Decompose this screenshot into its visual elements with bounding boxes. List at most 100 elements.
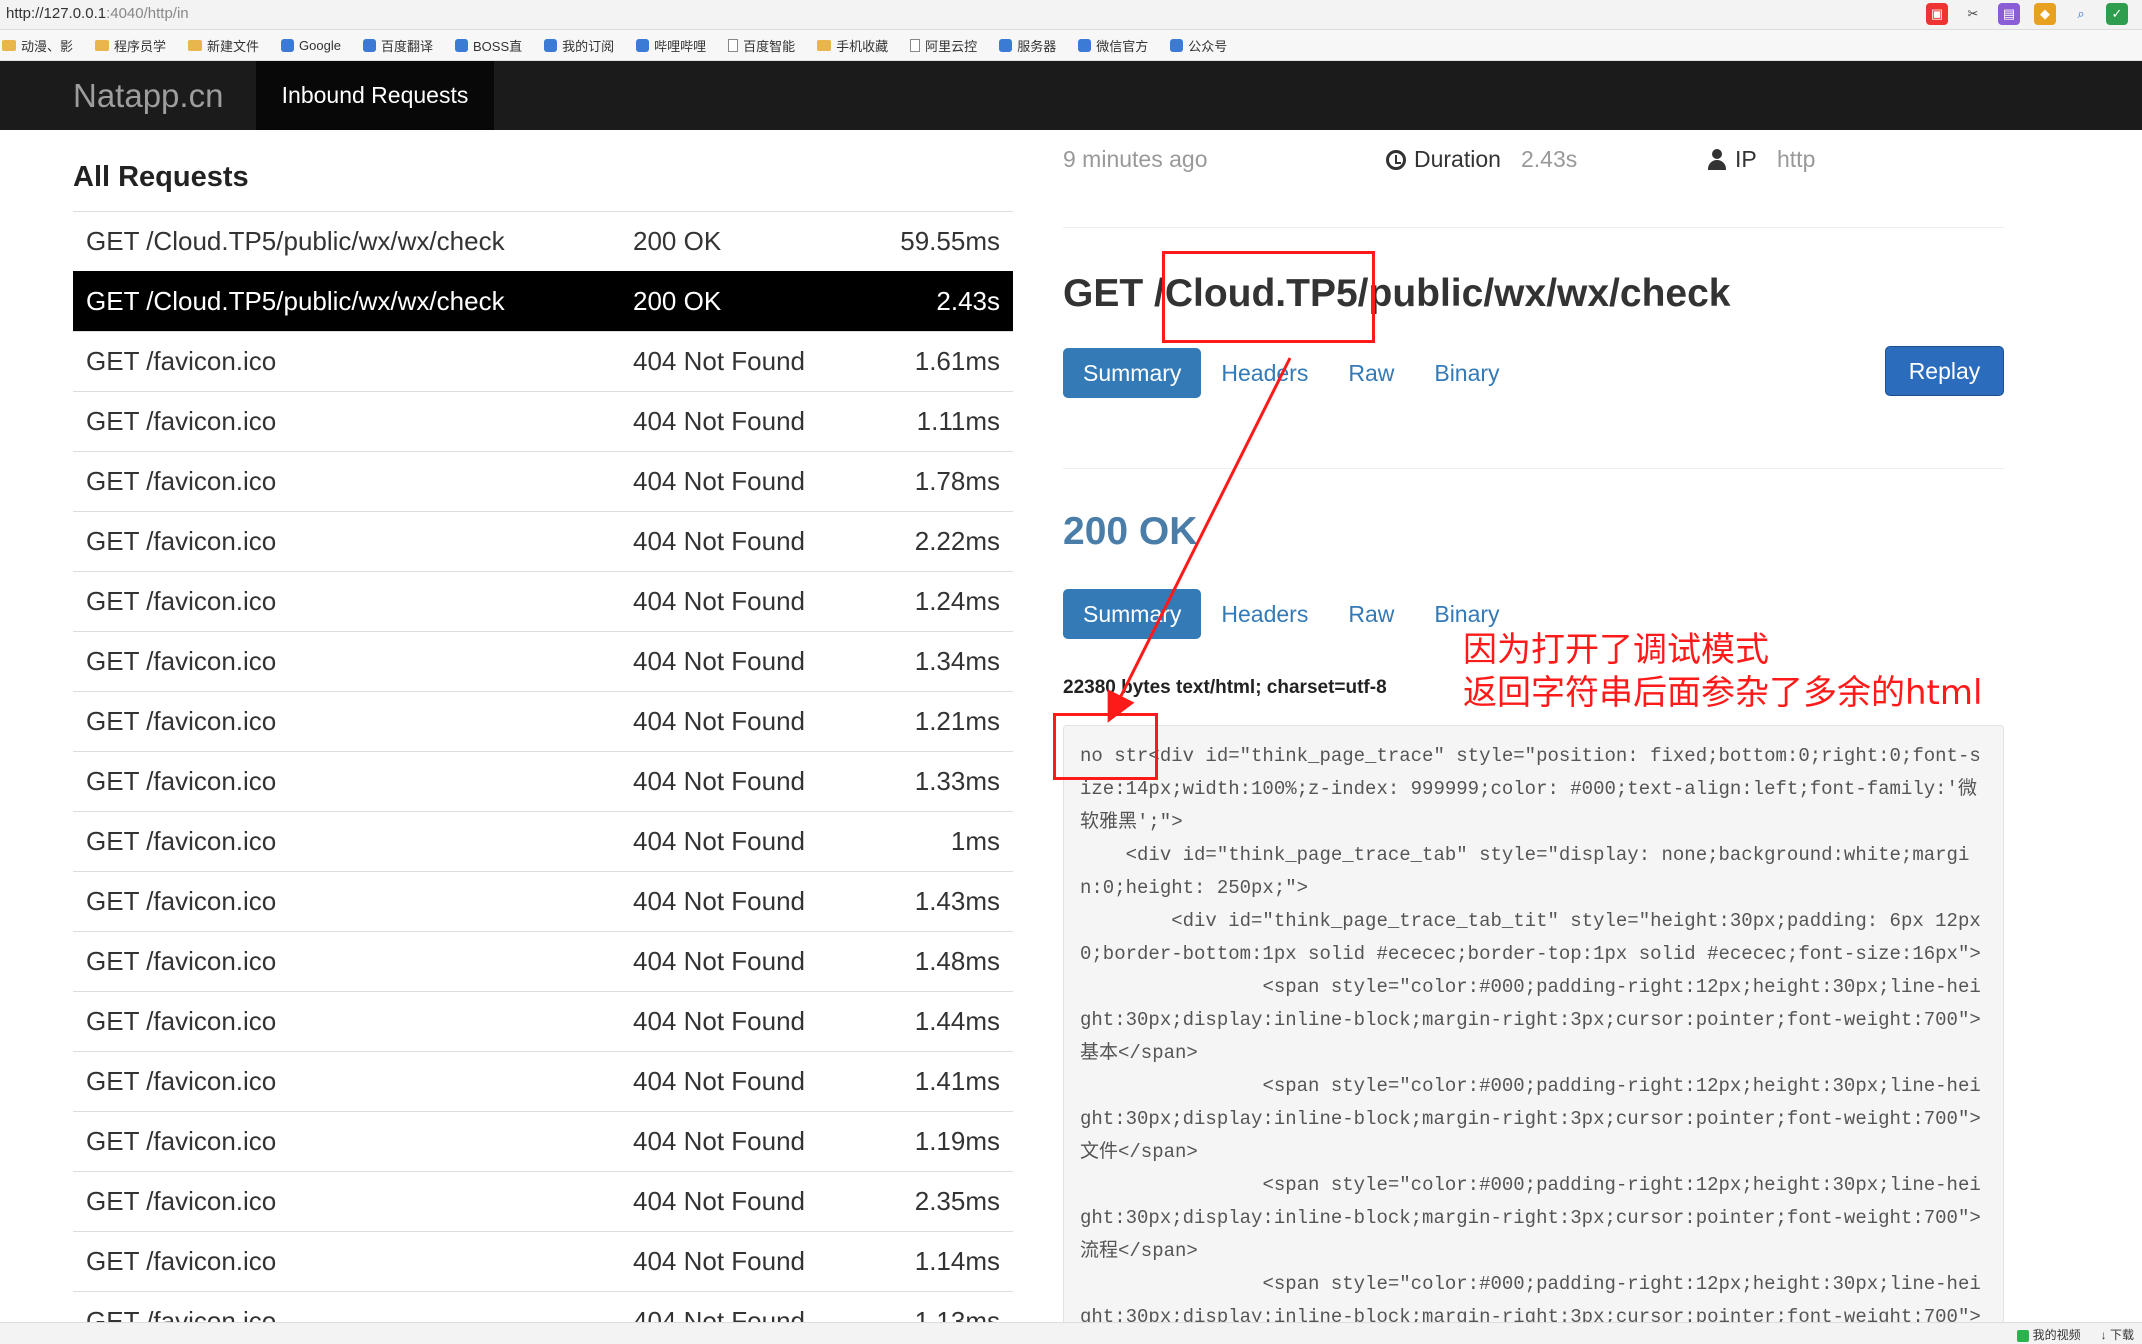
status-video[interactable]: 我的视频 bbox=[2016, 1326, 2081, 1343]
content-meta: 22380 bytes text/html; charset=utf-8 bbox=[1063, 677, 1387, 698]
bookmark-label: 阿里云控 bbox=[925, 38, 978, 54]
security-shield-icon[interactable]: ✓ bbox=[2106, 3, 2128, 25]
request-tab-summary[interactable]: Summary bbox=[1063, 348, 1202, 398]
site-icon bbox=[999, 38, 1013, 52]
bookmark-label: 程序员学 bbox=[114, 38, 167, 54]
request-status: 404 Not Found bbox=[633, 391, 853, 452]
bookmark-label: 百度智能 bbox=[743, 38, 796, 54]
bookmark-item[interactable]: BOSS直 bbox=[454, 36, 523, 55]
folder-icon bbox=[188, 39, 203, 51]
request-row[interactable]: GET /favicon.ico 404 Not Found 2.35ms bbox=[73, 1171, 1013, 1232]
request-path: GET /favicon.ico bbox=[73, 1111, 633, 1172]
request-row[interactable]: GET /Cloud.TP5/public/wx/wx/check 200 OK 2… bbox=[73, 271, 1013, 332]
request-duration: 1.34ms bbox=[853, 631, 1013, 692]
requests-heading: All Requests bbox=[73, 161, 249, 193]
response-tab-raw[interactable]: Raw bbox=[1328, 589, 1414, 639]
request-path: GET /favicon.ico bbox=[73, 511, 633, 572]
request-path: GET /favicon.ico bbox=[73, 331, 633, 392]
request-status: 404 Not Found bbox=[633, 1051, 853, 1112]
bookmark-item[interactable]: 百度翻译 bbox=[362, 36, 433, 55]
extension-icon[interactable]: ▣ bbox=[1926, 3, 1948, 25]
request-row[interactable]: GET /favicon.ico 404 Not Found 1.78ms bbox=[73, 451, 1013, 512]
time-ago: 9 minutes ago bbox=[1063, 146, 1208, 172]
request-row[interactable]: GET /favicon.ico 404 Not Found 1.21ms bbox=[73, 691, 1013, 752]
request-duration: 2.22ms bbox=[853, 511, 1013, 572]
request-tab-headers[interactable]: Headers bbox=[1201, 348, 1328, 398]
bookmark-item[interactable]: Google bbox=[281, 38, 341, 53]
request-duration: 2.35ms bbox=[853, 1171, 1013, 1232]
bookmark-item[interactable]: 阿里云控 bbox=[910, 36, 977, 55]
request-duration: 1.44ms bbox=[853, 991, 1013, 1052]
request-path: GET /favicon.ico bbox=[73, 1231, 633, 1292]
bookmark-item[interactable]: 微信官方 bbox=[1078, 36, 1148, 55]
bookmark-item[interactable]: 手机收藏 bbox=[817, 36, 888, 55]
bookmark-item[interactable]: 新建文件 bbox=[188, 36, 259, 55]
request-duration: 1.43ms bbox=[853, 871, 1013, 932]
request-row[interactable]: GET /favicon.ico 404 Not Found 1.14ms bbox=[73, 1231, 1013, 1292]
request-row[interactable]: GET /favicon.ico 404 Not Found 1.19ms bbox=[73, 1111, 1013, 1172]
bookmark-item[interactable]: 公众号 bbox=[1170, 36, 1227, 55]
bookmark-item[interactable]: 我的订阅 bbox=[544, 36, 614, 55]
request-path: GET /favicon.ico bbox=[73, 871, 633, 932]
response-status: 200 OK bbox=[1063, 510, 1198, 553]
request-duration: 1.48ms bbox=[853, 931, 1013, 992]
request-row[interactable]: GET /favicon.ico 404 Not Found 1.24ms bbox=[73, 571, 1013, 632]
bookmark-label: 哔哩哔哩 bbox=[654, 38, 707, 54]
bookmark-item[interactable]: 程序员学 bbox=[95, 36, 166, 55]
bookmark-item[interactable]: 百度智能 bbox=[728, 36, 795, 55]
response-body[interactable]: no str<div id="think_page_trace" style="… bbox=[1063, 725, 2004, 1344]
request-row[interactable]: GET /favicon.ico 404 Not Found 1ms bbox=[73, 811, 1013, 872]
replay-button[interactable]: Replay bbox=[1885, 346, 2004, 396]
request-tab-binary[interactable]: Binary bbox=[1414, 348, 1519, 398]
response-tab-summary[interactable]: Summary bbox=[1063, 589, 1202, 639]
request-path: GET /favicon.ico bbox=[73, 931, 633, 992]
response-tabs: Summary Headers Raw Binary bbox=[1063, 589, 1520, 639]
bookmark-label: 服务器 bbox=[1017, 38, 1057, 54]
browser-status-bar: 我的视频 ↓ 下载 bbox=[0, 1322, 2142, 1344]
extension-icon[interactable]: ▤ bbox=[1998, 3, 2020, 25]
bookmark-item[interactable]: 服务器 bbox=[999, 36, 1056, 55]
request-row[interactable]: GET /favicon.ico 404 Not Found 1.43ms bbox=[73, 871, 1013, 932]
request-duration: 1.24ms bbox=[853, 571, 1013, 632]
request-row[interactable]: GET /favicon.ico 404 Not Found 1.41ms bbox=[73, 1051, 1013, 1112]
bookmark-label: 百度翻译 bbox=[380, 38, 433, 54]
brand-logo[interactable]: Natapp.cn bbox=[73, 77, 223, 115]
divider bbox=[1063, 468, 2004, 469]
request-status: 404 Not Found bbox=[633, 451, 853, 512]
bookmark-item[interactable]: 动漫、影 bbox=[2, 36, 73, 55]
bookmark-label: 手机收藏 bbox=[836, 38, 889, 54]
request-path: GET /favicon.ico bbox=[73, 631, 633, 692]
request-row[interactable]: GET /favicon.ico 404 Not Found 1.33ms bbox=[73, 751, 1013, 812]
request-row[interactable]: GET /favicon.ico 404 Not Found 1.48ms bbox=[73, 931, 1013, 992]
browser-toolbar-icons: ▣ ✂ ▤ ◆ ⌕ ✓ bbox=[1926, 3, 2128, 25]
bookmark-label: BOSS直 bbox=[472, 38, 523, 54]
request-row[interactable]: GET /favicon.ico 404 Not Found 1.44ms bbox=[73, 991, 1013, 1052]
request-status: 404 Not Found bbox=[633, 811, 853, 872]
request-duration: 1.14ms bbox=[853, 1231, 1013, 1292]
request-status: 404 Not Found bbox=[633, 511, 853, 572]
status-video-label: 我的视频 bbox=[2032, 1328, 2081, 1342]
nav-inbound-requests[interactable]: Inbound Requests bbox=[256, 61, 494, 130]
bookmark-item[interactable]: 哔哩哔哩 bbox=[636, 36, 706, 55]
request-duration: 59.55ms bbox=[853, 211, 1013, 272]
shield-icon[interactable]: ◆ bbox=[2034, 3, 2056, 25]
duration-label: Duration bbox=[1386, 146, 1501, 173]
site-icon bbox=[454, 38, 468, 52]
request-row[interactable]: GET /favicon.ico 404 Not Found 1.61ms bbox=[73, 331, 1013, 392]
request-tab-raw[interactable]: Raw bbox=[1328, 348, 1414, 398]
bookmark-label: 我的订阅 bbox=[562, 38, 615, 54]
response-tab-headers[interactable]: Headers bbox=[1201, 589, 1328, 639]
browser-address-bar[interactable]: http://127.0.0.1:4040/http/in ▣ ✂ ▤ ◆ ⌕ … bbox=[0, 0, 2142, 30]
bookmarks-bar: 动漫、影 程序员学 新建文件 Google 百度翻译 BOSS直 我的订阅 哔哩哔哩 百度智能 手… bbox=[0, 30, 2142, 61]
ip-label: IP bbox=[1707, 146, 1757, 173]
annotation-line-1: 因为打开了调试模式 bbox=[1463, 630, 1769, 670]
request-row[interactable]: GET /favicon.ico 404 Not Found 1.34ms bbox=[73, 631, 1013, 692]
folder-icon bbox=[2, 39, 16, 51]
request-row[interactable]: GET /favicon.ico 404 Not Found 1.11ms bbox=[73, 391, 1013, 452]
url-text[interactable]: http://127.0.0.1:4040/http/in bbox=[6, 5, 189, 22]
request-row[interactable]: GET /Cloud.TP5/public/wx/wx/check 200 OK 5… bbox=[73, 211, 1013, 272]
search-icon[interactable]: ⌕ bbox=[2070, 3, 2092, 25]
scissors-icon[interactable]: ✂ bbox=[1962, 3, 1984, 25]
status-download[interactable]: ↓ 下载 bbox=[2101, 1326, 2134, 1343]
request-row[interactable]: GET /favicon.ico 404 Not Found 2.22ms bbox=[73, 511, 1013, 572]
